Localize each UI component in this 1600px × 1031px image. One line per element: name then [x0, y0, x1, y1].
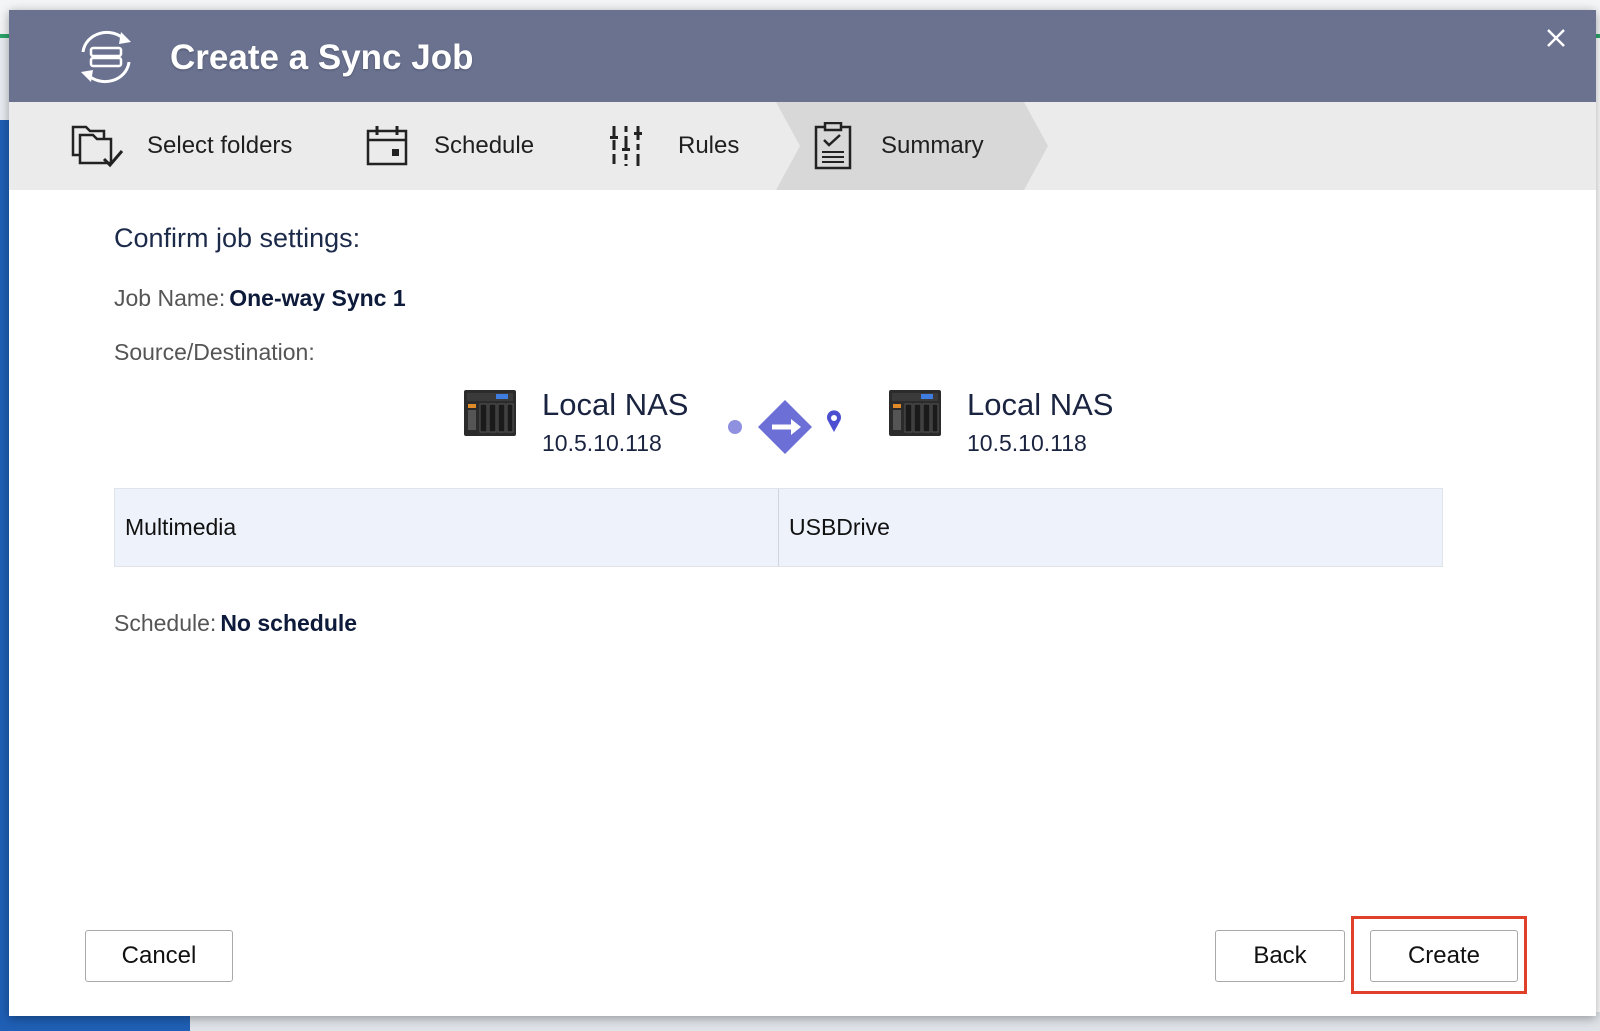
destination-folder: USBDrive — [778, 489, 1442, 566]
folder-pair-table: Multimedia USBDrive — [114, 488, 1443, 567]
source-folder: Multimedia — [125, 514, 237, 540]
source-nas: Local NAS 10.5.10.118 — [464, 388, 688, 457]
destination-nas: Local NAS 10.5.10.118 — [889, 388, 1113, 457]
source-nas-ip: 10.5.10.118 — [542, 430, 662, 456]
source-nas-name: Local NAS — [542, 387, 689, 422]
step-label: Summary — [881, 132, 984, 159]
step-rules: Rules — [610, 102, 739, 190]
step-schedule: Schedule — [365, 102, 534, 190]
nas-device-icon — [464, 390, 516, 436]
sync-direction-icon — [728, 400, 841, 454]
sync-job-icon — [81, 30, 131, 84]
job-name-row: Job Name: One-way Sync 1 — [114, 285, 406, 312]
dialog-titlebar: Create a Sync Job — [9, 10, 1596, 102]
cancel-button[interactable]: Cancel — [85, 930, 233, 982]
calendar-icon — [366, 126, 408, 166]
sliders-icon — [610, 126, 642, 166]
clipboard-check-icon — [814, 122, 852, 170]
step-label: Select folders — [147, 132, 293, 159]
step-label: Schedule — [434, 132, 535, 159]
destination-nas-name: Local NAS — [967, 387, 1114, 422]
destination-nas-ip: 10.5.10.118 — [967, 430, 1087, 456]
step-summary: Summary — [814, 102, 984, 190]
create-sync-job-dialog: Create a Sync Job Select folders Schedul… — [9, 10, 1596, 1016]
wizard-steps: Select folders Schedule Rules Summary — [9, 102, 1596, 190]
folders-check-icon — [71, 125, 124, 168]
schedule-row: Schedule: No schedule — [114, 610, 357, 637]
step-select-folders: Select folders — [70, 102, 292, 190]
schedule-value: No schedule — [220, 610, 358, 636]
step-label: Rules — [678, 132, 740, 159]
job-name-label: Job Name: — [114, 285, 226, 311]
close-icon[interactable] — [1542, 24, 1570, 52]
source-destination-row: Source/Destination: — [114, 339, 315, 366]
nas-device-icon — [889, 390, 941, 436]
dialog-title: Create a Sync Job — [170, 38, 474, 77]
back-button[interactable]: Back — [1215, 930, 1345, 982]
create-button[interactable]: Create — [1370, 930, 1518, 982]
confirm-heading: Confirm job settings: — [114, 223, 361, 253]
source-destination-label: Source/Destination: — [114, 339, 315, 365]
schedule-label: Schedule: — [114, 610, 217, 636]
job-name-value: One-way Sync 1 — [229, 285, 406, 311]
